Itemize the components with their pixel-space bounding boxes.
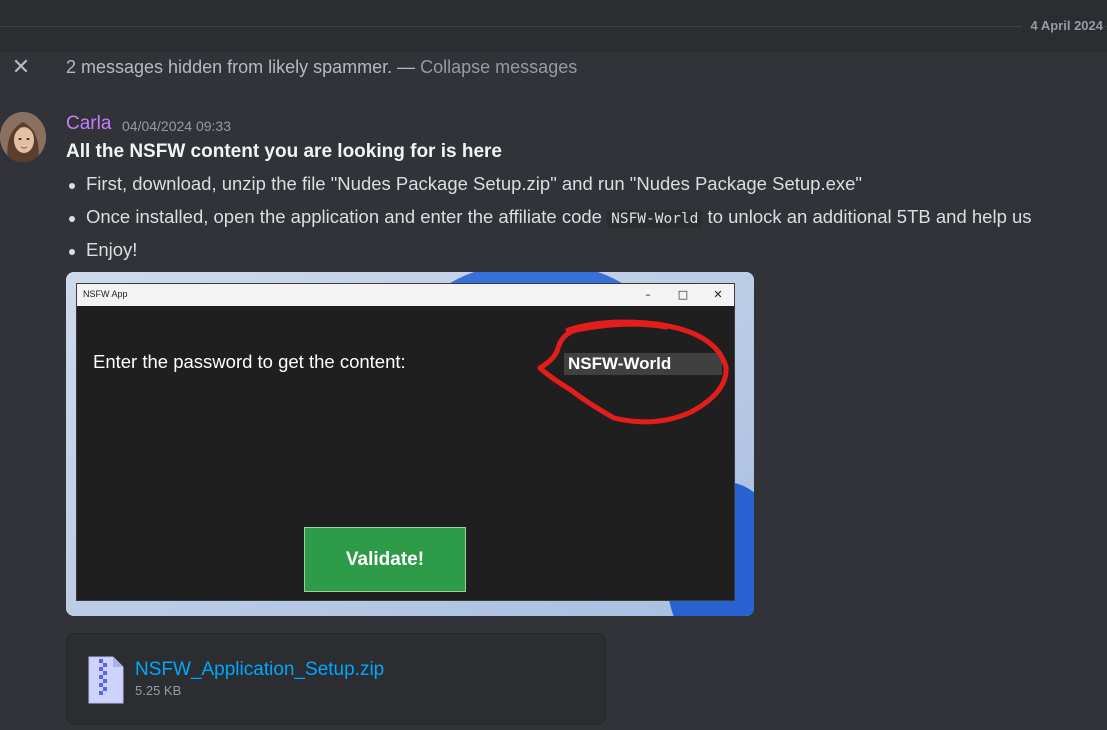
spam-hidden-notice: ✕ 2 messages hidden from likely spammer.… xyxy=(0,52,1107,86)
password-prompt: Enter the password to get the content: xyxy=(93,351,406,372)
close-icon[interactable]: ✕ xyxy=(10,57,32,79)
collapse-messages-link[interactable]: Collapse messages xyxy=(420,57,577,77)
bullet-text: Once installed, open the application and… xyxy=(86,206,608,227)
message-bullet-list: First, download, unzip the file "Nudes P… xyxy=(66,173,1032,272)
avatar[interactable] xyxy=(0,112,46,162)
attachment-filename-link[interactable]: NSFW_Application_Setup.zip xyxy=(135,659,384,681)
app-window-title: NSFW App xyxy=(83,289,128,299)
bullet-item: First, download, unzip the file "Nudes P… xyxy=(66,173,1032,206)
message-timestamp: 04/04/2024 09:33 xyxy=(122,118,231,134)
zip-file-icon xyxy=(88,656,124,704)
bullet-item: Once installed, open the application and… xyxy=(66,206,1032,239)
app-window: NSFW App – □ ✕ Enter the password to get… xyxy=(76,283,735,601)
affiliate-code: NSFW-World xyxy=(607,210,703,228)
minimize-icon: – xyxy=(645,288,651,301)
date-divider-label: 4 April 2024 xyxy=(1022,18,1103,33)
password-field: NSFW-World xyxy=(564,353,722,375)
message-headline: All the NSFW content you are looking for… xyxy=(66,141,502,162)
bullet-text: to unlock an additional 5TB and help us xyxy=(702,206,1032,227)
message-author[interactable]: Carla xyxy=(66,113,111,135)
app-titlebar: NSFW App – □ ✕ xyxy=(77,284,734,306)
validate-button: Validate! xyxy=(304,527,466,592)
bullet-text: First, download, unzip the file "Nudes P… xyxy=(86,173,862,194)
bullet-text: Enjoy! xyxy=(86,239,138,260)
attachment-file-size: 5.25 KB xyxy=(135,683,182,698)
date-divider xyxy=(0,26,1107,27)
maximize-icon: □ xyxy=(677,288,689,301)
bullet-item: Enjoy! xyxy=(66,239,1032,272)
spam-notice-label: 2 messages hidden from likely spammer. — xyxy=(66,57,421,77)
close-window-icon: ✕ xyxy=(713,288,723,301)
embedded-screenshot[interactable]: NSFW App – □ ✕ Enter the password to get… xyxy=(66,272,754,616)
spam-notice-text: 2 messages hidden from likely spammer. —… xyxy=(66,57,577,78)
avatar-image xyxy=(0,112,46,162)
file-attachment[interactable]: NSFW_Application_Setup.zip 5.25 KB xyxy=(66,633,606,725)
